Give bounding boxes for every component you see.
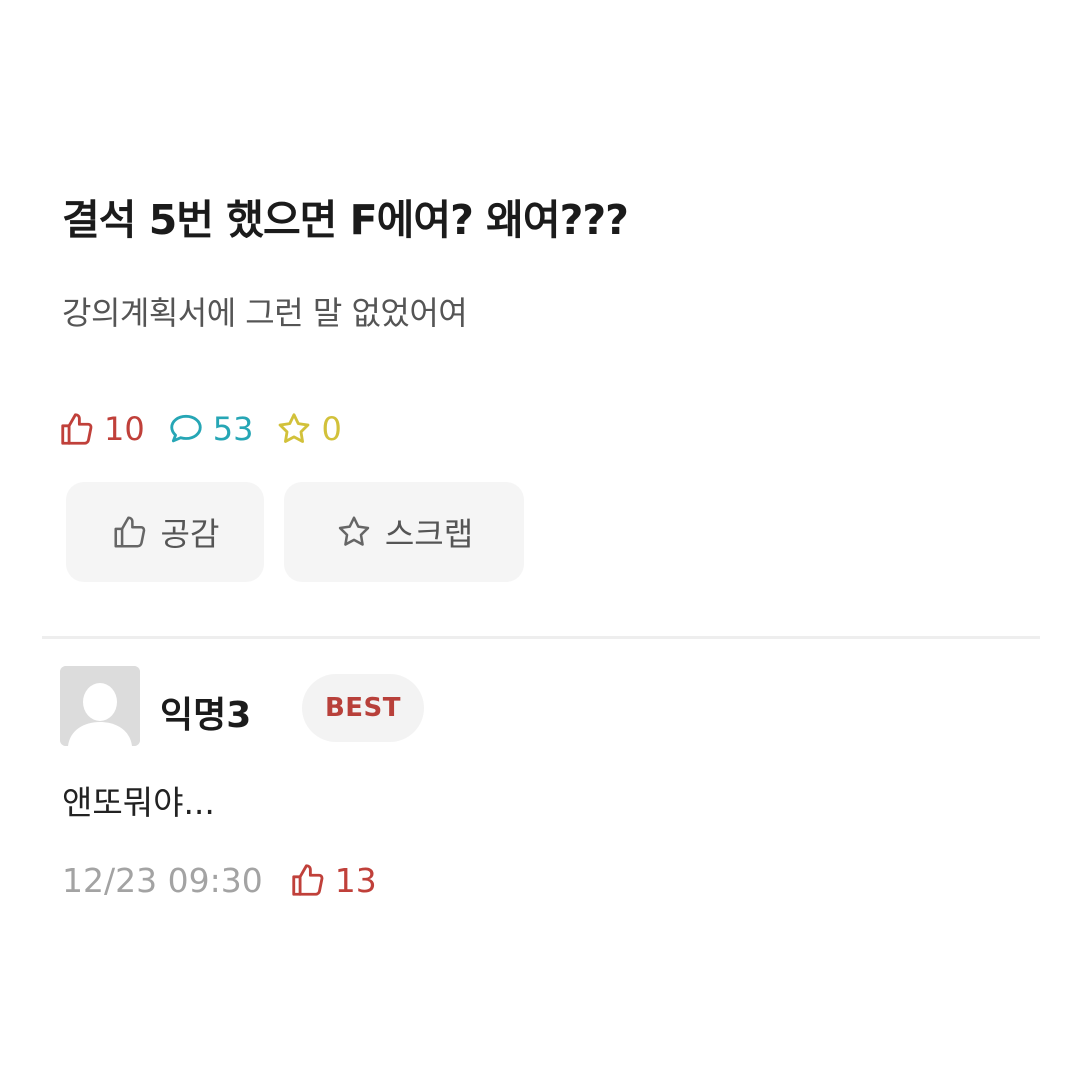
comment-like-stat[interactable]: 13 — [289, 861, 377, 900]
star-icon — [279, 413, 310, 443]
scrap-count-stat: 0 — [275, 410, 342, 448]
thumbs-up-icon — [292, 864, 324, 896]
thumbs-up-icon — [61, 413, 93, 445]
like-count-stat: 10 — [58, 410, 145, 448]
speech-bubble-icon — [170, 414, 202, 443]
best-badge: BEST — [302, 674, 424, 742]
empathy-button-label: 공감 — [160, 515, 220, 553]
scrap-button[interactable]: 스크랩 — [284, 482, 524, 582]
comment-author: 익명3 — [160, 695, 252, 736]
comment-text: 앤또뭐야... — [62, 783, 215, 822]
comment-count-stat: 53 — [167, 410, 254, 448]
empathy-button[interactable]: 공감 — [66, 482, 264, 582]
star-icon — [338, 516, 370, 546]
comment-like-count: 13 — [334, 860, 377, 900]
post-stats: 10 53 0 — [58, 404, 342, 454]
scrap-button-label: 스크랩 — [384, 515, 474, 553]
post-title: 결석 5번 했으면 F에여? 왜여??? — [62, 196, 629, 244]
default-avatar-icon — [60, 666, 140, 746]
like-count: 10 — [104, 410, 145, 448]
thumbs-up-icon — [114, 516, 145, 548]
avatar[interactable] — [60, 666, 140, 746]
post-body: 강의계획서에 그런 말 없었어여 — [62, 294, 468, 332]
section-divider — [42, 636, 1040, 639]
comment-time: 12/23 09:30 — [62, 860, 263, 900]
comment-meta: 12/23 09:30 13 — [62, 852, 377, 908]
scrap-count: 0 — [321, 410, 342, 448]
comment-count: 53 — [212, 410, 254, 448]
